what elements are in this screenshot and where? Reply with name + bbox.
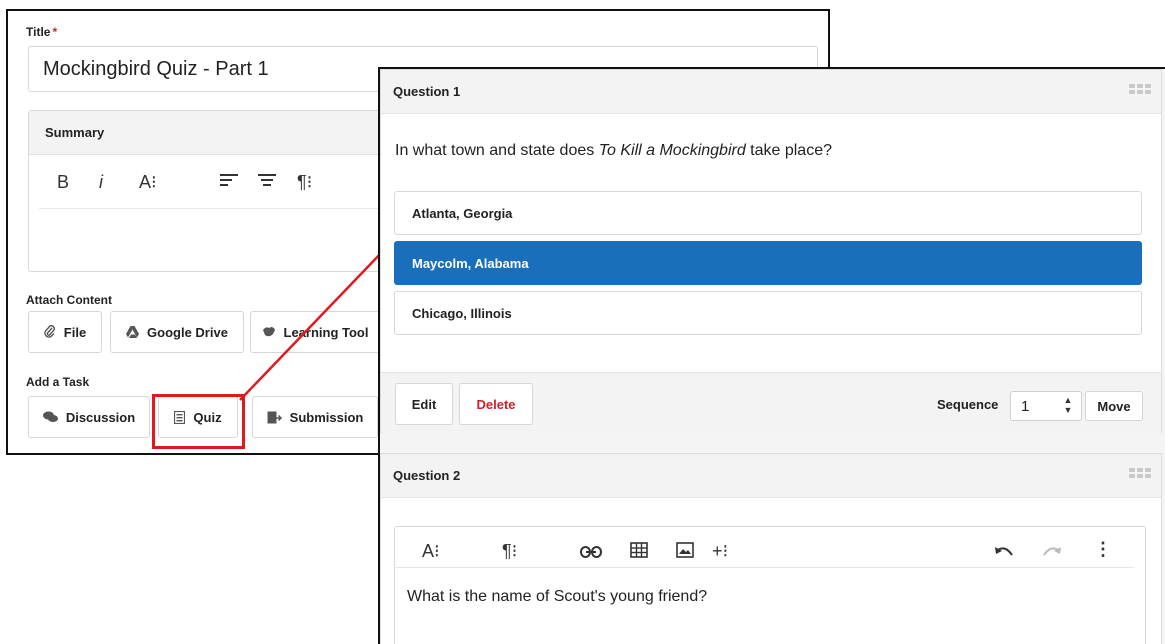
more-options-icon[interactable]: ⋮ xyxy=(1094,538,1112,560)
chat-icon xyxy=(42,411,58,422)
bold-button[interactable]: B xyxy=(57,171,69,193)
link-button[interactable] xyxy=(580,542,602,564)
sequence-label: Sequence xyxy=(937,397,999,412)
add-submission-button[interactable]: Submission xyxy=(252,396,378,438)
attach-learning-tool-button[interactable]: Learning Tool xyxy=(250,311,380,353)
insert-more-button[interactable]: +⁝ xyxy=(712,540,728,562)
attach-file-button[interactable]: File xyxy=(28,311,102,353)
paragraph-button[interactable]: ¶⁝ xyxy=(297,171,312,193)
italic-button[interactable]: i xyxy=(99,171,103,193)
table-icon xyxy=(630,542,648,558)
link-icon xyxy=(580,546,602,558)
drag-handle-icon[interactable] xyxy=(1129,83,1151,99)
question-card: Question 1 In what town and state does T… xyxy=(380,69,1162,434)
quiz-highlight-box xyxy=(152,394,245,449)
redo-icon xyxy=(1043,547,1061,556)
attach-content-label: Attach Content xyxy=(26,293,112,307)
question-text: What is the name of Scout's young friend… xyxy=(407,588,708,605)
add-task-label: Add a Task xyxy=(26,375,90,389)
question-footer: Edit Delete Sequence ▲▼ Move xyxy=(381,372,1161,434)
undo-button[interactable] xyxy=(994,541,1014,563)
question-header: Question 2 xyxy=(381,454,1161,498)
add-discussion-button[interactable]: Discussion xyxy=(28,396,150,438)
font-size-button[interactable]: A⁝ xyxy=(422,540,440,562)
question-card: Question 2 A⁝ ¶⁝ +⁝ ⋮ What is the name o… xyxy=(380,453,1162,644)
answer-option-selected[interactable]: Maycolm, Alabama xyxy=(394,241,1142,285)
font-size-button[interactable]: A⁝ xyxy=(139,171,157,193)
move-question-button[interactable]: Move xyxy=(1085,391,1143,421)
align-center-icon xyxy=(258,174,276,186)
table-button[interactable] xyxy=(630,541,648,563)
question-text: In what town and state does To Kill a Mo… xyxy=(395,142,832,159)
title-label: Title * xyxy=(26,25,58,39)
drag-handle-icon[interactable] xyxy=(1129,467,1151,483)
question-editor-toolbar: A⁝ ¶⁝ +⁝ ⋮ xyxy=(394,516,1134,568)
redo-button[interactable] xyxy=(1042,541,1062,563)
required-mark: * xyxy=(52,25,58,39)
attach-google-drive-button[interactable]: Google Drive xyxy=(110,311,244,353)
align-left-button[interactable] xyxy=(219,171,239,193)
google-drive-icon xyxy=(126,326,140,338)
undo-icon xyxy=(995,547,1013,556)
puzzle-icon xyxy=(262,327,275,337)
delete-question-button[interactable]: Delete xyxy=(459,383,533,425)
answer-option[interactable]: Atlanta, Georgia xyxy=(394,191,1142,235)
align-left-icon xyxy=(220,174,238,186)
sequence-stepper-icon[interactable]: ▲ ▼ xyxy=(1062,395,1074,417)
answer-option[interactable]: Chicago, Illinois xyxy=(394,291,1142,335)
submission-icon xyxy=(267,411,282,423)
question-header: Question 1 xyxy=(381,70,1161,114)
image-button[interactable] xyxy=(676,541,694,563)
edit-question-button[interactable]: Edit xyxy=(395,383,453,425)
align-center-button[interactable] xyxy=(257,171,277,193)
paperclip-icon xyxy=(44,325,55,338)
quiz-questions-panel: Question 1 In what town and state does T… xyxy=(378,67,1165,644)
image-icon xyxy=(676,542,694,558)
paragraph-button[interactable]: ¶⁝ xyxy=(502,540,517,562)
